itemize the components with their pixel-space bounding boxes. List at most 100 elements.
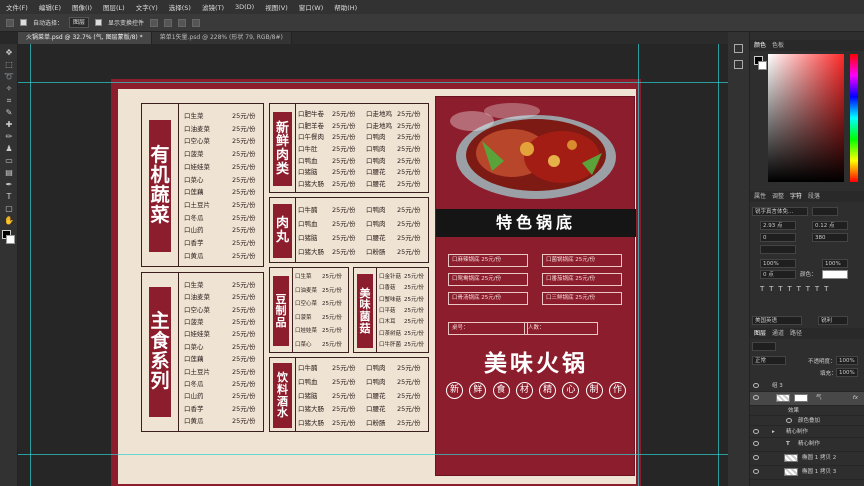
- distribute-icon[interactable]: [192, 18, 201, 27]
- guide-line[interactable]: [30, 44, 31, 486]
- blend-mode-select[interactable]: 正常: [752, 356, 786, 365]
- eye-icon[interactable]: [753, 441, 759, 446]
- align-left-icon[interactable]: [150, 18, 159, 27]
- language-select[interactable]: 美国英语: [752, 316, 802, 325]
- bg-swatch[interactable]: [758, 61, 767, 70]
- layer-group-row[interactable]: ▸ 精心制作: [750, 426, 864, 438]
- slogan-char: 食: [492, 382, 510, 399]
- vertical-scale-input[interactable]: 100%: [760, 259, 796, 268]
- menu-3d[interactable]: 3D(D): [235, 3, 254, 11]
- font-style-select[interactable]: [812, 207, 838, 216]
- tab-swatches[interactable]: 色板: [772, 40, 784, 51]
- font-family-select[interactable]: 锐字真言体免...: [752, 207, 808, 216]
- eraser-icon[interactable]: ▭: [4, 156, 14, 166]
- menu-image[interactable]: 图像(I): [72, 2, 92, 12]
- align-center-icon[interactable]: [164, 18, 173, 27]
- leading-input[interactable]: 0.12 点: [812, 221, 848, 230]
- healing-icon[interactable]: ✚: [4, 120, 14, 130]
- auto-select-checkbox[interactable]: [20, 19, 27, 26]
- menu-layer[interactable]: 图层(L): [103, 2, 125, 12]
- tab-properties[interactable]: 属性: [754, 191, 766, 202]
- menu-help[interactable]: 帮助(H): [334, 2, 357, 12]
- guide-line[interactable]: [718, 44, 719, 486]
- layer-row[interactable]: 椭圆 1 拷贝 2: [750, 452, 864, 466]
- hand-icon[interactable]: ✋: [4, 216, 14, 226]
- auto-select-dropdown[interactable]: 图层: [69, 17, 90, 28]
- eye-icon[interactable]: [753, 395, 759, 400]
- text-color-swatch[interactable]: [822, 270, 848, 279]
- broth-item: 口骨汤锅底 25元/份: [448, 292, 528, 305]
- tab-menu-vector[interactable]: 菜单1矢量.psd @ 228% (形状 79, RGB/8#): [151, 32, 292, 44]
- tab-channels[interactable]: 通道: [772, 328, 784, 339]
- eye-icon[interactable]: [753, 455, 759, 460]
- menu-window[interactable]: 窗口(W): [299, 2, 324, 12]
- guide-line[interactable]: [18, 82, 728, 83]
- layer-row[interactable]: 气 fx: [750, 392, 864, 406]
- eyedropper-icon[interactable]: ✎: [4, 108, 14, 118]
- text-style-buttons[interactable]: TTTTTTTT: [760, 285, 848, 294]
- layer-effect-item[interactable]: 颜色叠加: [750, 416, 864, 426]
- eye-icon[interactable]: [753, 469, 759, 474]
- tofu-prices: 25元/份 25元/份 25元/份 25元/份 25元/份 25元/份: [322, 274, 342, 348]
- eye-icon[interactable]: [753, 429, 759, 434]
- baseline-input[interactable]: 0 点: [760, 270, 796, 279]
- hue-slider[interactable]: [850, 54, 858, 182]
- menu-file[interactable]: 文件(F): [6, 2, 28, 12]
- layer-filter-select[interactable]: [752, 342, 776, 351]
- percent-input[interactable]: [760, 245, 796, 254]
- menu-view[interactable]: 视图(V): [265, 2, 288, 12]
- type-icon[interactable]: T: [4, 192, 14, 202]
- tab-paragraph[interactable]: 段落: [808, 191, 820, 202]
- menu-type[interactable]: 文字(Y): [136, 2, 158, 12]
- slogan-char: 精: [539, 382, 557, 399]
- staple-names: 口生菜 口油麦菜 口空心菜 口菠菜 口娃娃菜 口菜心 口莲藕 口土豆片 口冬瓜 口山药 口香芋 口黄瓜: [184, 281, 210, 425]
- fill-input[interactable]: 100%: [836, 368, 858, 377]
- layer-row[interactable]: 椭圆 1 拷贝 3: [750, 466, 864, 480]
- marquee-icon[interactable]: ⬚: [4, 60, 14, 70]
- magic-wand-icon[interactable]: ✧: [4, 84, 14, 94]
- kerning-input[interactable]: 0: [760, 233, 796, 242]
- layer-effects-row[interactable]: 效果: [750, 406, 864, 416]
- lasso-icon[interactable]: ➰: [4, 72, 14, 82]
- drinks-left-prices: 25元/份 25元/份 25元/份 25元/份 25元/份: [332, 364, 356, 427]
- mushroom-title: 美味菌菇: [357, 274, 373, 348]
- eye-icon[interactable]: [786, 418, 792, 423]
- font-size-input[interactable]: 2.93 点: [760, 221, 796, 230]
- gradient-icon[interactable]: ▤: [4, 168, 14, 178]
- tab-hotpot-menu[interactable]: 火锅菜单.psd @ 32.7% (气, 图层蒙版/8) *: [18, 32, 152, 44]
- color-picker-field[interactable]: [768, 54, 844, 182]
- shape-icon[interactable]: ▢: [4, 204, 14, 214]
- pen-icon[interactable]: ✒: [4, 180, 14, 190]
- meat-panel: 新鲜肉类 口肥牛卷 口肥羊卷 口午餐肉 口牛肚 口鸭血 口猪脑 口猪大肠 25元/份 25元/…: [269, 103, 429, 193]
- show-transform-label: 显示变换控件: [108, 20, 145, 27]
- canvas-area[interactable]: 有机蔬菜 口生菜 口油麦菜 口空心菜 口菠菜 口娃娃菜 口菜心 口莲藕 口土豆片 口冬瓜 口山药口…: [18, 44, 728, 486]
- crop-icon[interactable]: ⌗: [4, 96, 14, 106]
- tab-layers[interactable]: 图层: [754, 328, 766, 339]
- menu-filter[interactable]: 滤镜(T): [202, 2, 224, 12]
- align-right-icon[interactable]: [178, 18, 187, 27]
- layer-row[interactable]: 组 3: [750, 380, 864, 392]
- history-icon[interactable]: [734, 44, 743, 53]
- layer-row[interactable]: T 精心制作: [750, 438, 864, 452]
- tracking-input[interactable]: 380: [812, 233, 848, 242]
- eye-icon[interactable]: [753, 383, 759, 388]
- background-color[interactable]: [6, 235, 15, 244]
- antialias-select[interactable]: 锐利: [818, 316, 848, 325]
- stamp-icon[interactable]: ♟: [4, 144, 14, 154]
- guide-line[interactable]: [638, 44, 639, 486]
- menu-edit[interactable]: 编辑(E): [39, 2, 61, 12]
- move-tool-icon[interactable]: [6, 18, 14, 27]
- move-icon[interactable]: ✥: [4, 48, 14, 58]
- tab-color[interactable]: 颜色: [754, 40, 766, 51]
- guide-line[interactable]: [18, 454, 728, 455]
- tab-paths[interactable]: 路径: [790, 328, 802, 339]
- properties-icon[interactable]: [734, 60, 743, 69]
- opacity-input[interactable]: 100%: [836, 356, 858, 365]
- slogan-char: 鲜: [469, 382, 487, 399]
- tab-character[interactable]: 字符: [790, 191, 802, 202]
- horizontal-scale-input[interactable]: 100%: [822, 259, 848, 268]
- show-transform-checkbox[interactable]: [95, 19, 103, 26]
- brush-icon[interactable]: ✏: [4, 132, 14, 142]
- tab-adjustments[interactable]: 调整: [772, 191, 784, 202]
- menu-select[interactable]: 选择(S): [169, 2, 191, 12]
